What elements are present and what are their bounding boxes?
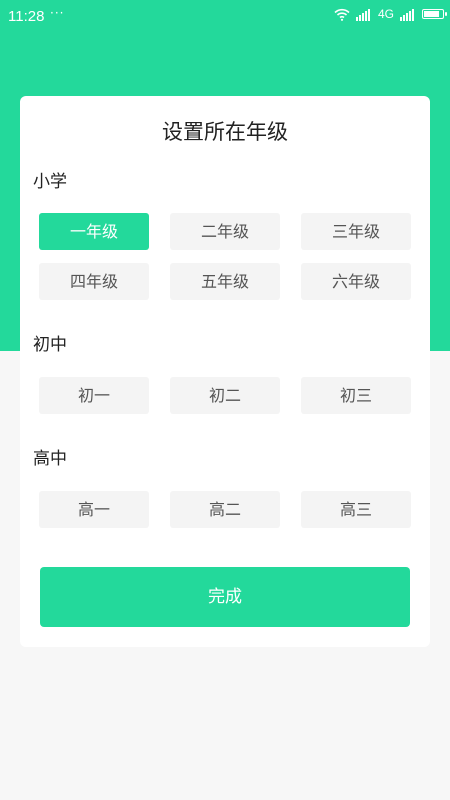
signal-icon-secondary <box>400 7 416 21</box>
grade-option-junior-3[interactable]: 初三 <box>301 377 411 414</box>
grade-option-primary-1[interactable]: 一年级 <box>39 213 149 250</box>
grade-option-primary-6[interactable]: 六年级 <box>301 263 411 300</box>
grade-option-primary-4[interactable]: 四年级 <box>39 263 149 300</box>
grade-option-junior-2[interactable]: 初二 <box>170 377 280 414</box>
status-bar: 11:28 ··· 4G <box>0 0 450 34</box>
network-type-label: 4G <box>377 7 394 21</box>
section-label-junior-high: 初中 <box>33 335 67 355</box>
grade-settings-card: 设置所在年级 小学 一年级 二年级 三年级 四年级 五年级 六年级 初中 初一 … <box>20 96 430 647</box>
done-button[interactable]: 完成 <box>40 567 410 627</box>
wifi-icon <box>334 8 350 21</box>
battery-level <box>424 11 440 17</box>
notification-dots-icon: ··· <box>50 6 65 20</box>
battery-icon <box>422 9 447 19</box>
signal-icon <box>355 7 372 21</box>
grade-option-junior-1[interactable]: 初一 <box>39 377 149 414</box>
status-time: 11:28 <box>8 8 45 25</box>
grade-option-primary-2[interactable]: 二年级 <box>170 213 280 250</box>
grade-option-senior-1[interactable]: 高一 <box>39 491 149 528</box>
grade-option-senior-3[interactable]: 高三 <box>301 491 411 528</box>
grade-option-senior-2[interactable]: 高二 <box>170 491 280 528</box>
status-icons: 4G <box>334 7 447 21</box>
grade-option-primary-3[interactable]: 三年级 <box>301 213 411 250</box>
section-label-senior-high: 高中 <box>33 449 67 469</box>
grade-option-primary-5[interactable]: 五年级 <box>170 263 280 300</box>
section-label-primary: 小学 <box>33 172 67 192</box>
dialog-title: 设置所在年级 <box>162 120 288 144</box>
